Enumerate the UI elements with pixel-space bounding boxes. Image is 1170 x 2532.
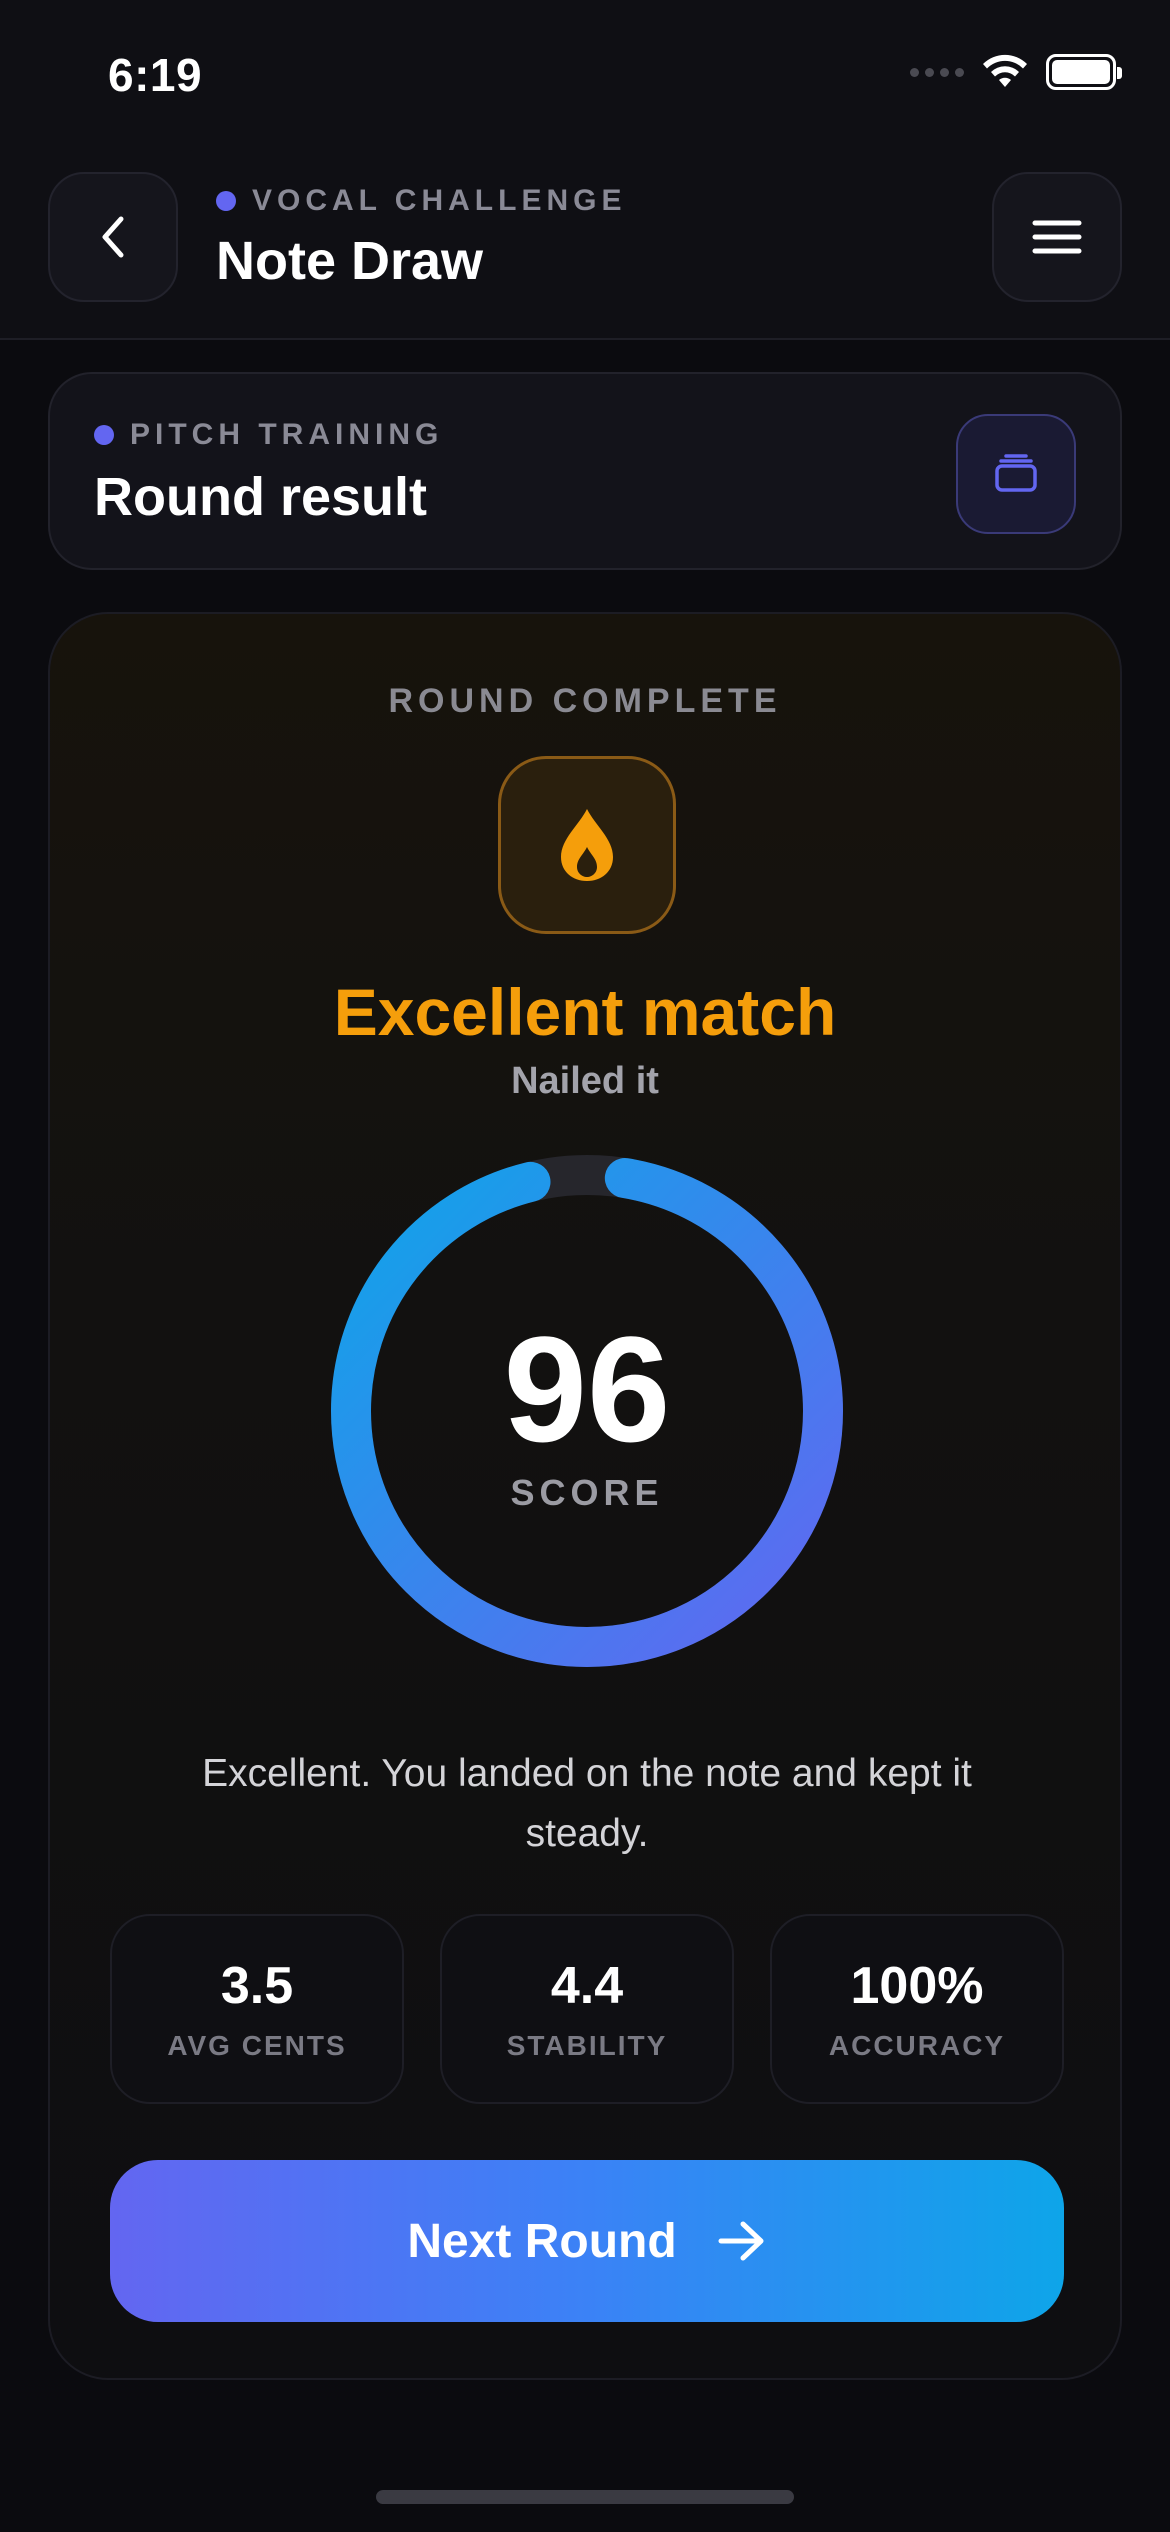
stat-value: 100%	[850, 1957, 984, 2015]
section-card: PITCH TRAINING Round result	[48, 372, 1122, 570]
score-ring: 96 SCORE	[330, 1154, 844, 1668]
stat-accuracy: 100% ACCURACY	[770, 1914, 1064, 2104]
page-title: Note Draw	[216, 231, 484, 291]
stat-label: STABILITY	[506, 2030, 668, 2061]
next-round-button[interactable]: Next Round	[110, 2160, 1064, 2322]
status-bar: 6:19	[0, 0, 1170, 150]
battery-icon	[1046, 54, 1122, 90]
result-title: Excellent match	[333, 975, 837, 1049]
cellular-signal-icon	[910, 67, 964, 77]
home-indicator	[376, 2490, 794, 2504]
feedback-text: Excellent. You landed on the note and ke…	[202, 1752, 972, 1855]
flame-icon	[561, 809, 613, 881]
wifi-icon	[983, 54, 1027, 87]
status-time: 6:19	[108, 49, 203, 101]
card-stack-button[interactable]	[956, 414, 1076, 534]
status-icons	[910, 52, 1122, 92]
result-card: ROUND COMPLETE Excellent match Nailed it…	[48, 612, 1122, 2380]
stat-label: AVG CENTS	[167, 2030, 347, 2061]
header-eyebrow-text: VOCAL CHALLENGE	[252, 184, 627, 217]
chevron-left-icon	[102, 216, 124, 258]
result-subtitle: Nailed it	[511, 1060, 659, 1102]
stat-label: ACCURACY	[828, 2030, 1006, 2061]
nav-header: VOCAL CHALLENGE Note Draw	[0, 150, 1170, 340]
next-round-label: Next Round	[407, 2214, 677, 2268]
stat-value: 4.4	[550, 1957, 624, 2015]
stat-avg-cents: 3.5 AVG CENTS	[110, 1914, 404, 2104]
flame-badge	[498, 756, 676, 934]
hamburger-menu-icon	[1032, 220, 1082, 254]
header-eyebrow: VOCAL CHALLENGE	[216, 184, 626, 218]
accent-dot	[94, 425, 114, 445]
back-button[interactable]	[48, 172, 178, 302]
round-complete-label: ROUND COMPLETE	[388, 682, 782, 720]
stats-row: 3.5 AVG CENTS 4.4 STABILITY 100% ACCURAC…	[110, 1914, 1064, 2104]
stat-stability: 4.4 STABILITY	[440, 1914, 734, 2104]
stat-value: 3.5	[220, 1957, 294, 2015]
card-stack-icon	[995, 454, 1037, 492]
score-value: 96	[503, 1305, 671, 1473]
section-eyebrow-text: PITCH TRAINING	[130, 418, 444, 451]
section-eyebrow: PITCH TRAINING	[94, 418, 443, 452]
accent-dot	[216, 191, 236, 211]
score-label: SCORE	[510, 1472, 664, 1513]
section-title: Round result	[94, 467, 427, 527]
menu-button[interactable]	[992, 172, 1122, 302]
arrow-right-icon	[718, 2221, 764, 2261]
